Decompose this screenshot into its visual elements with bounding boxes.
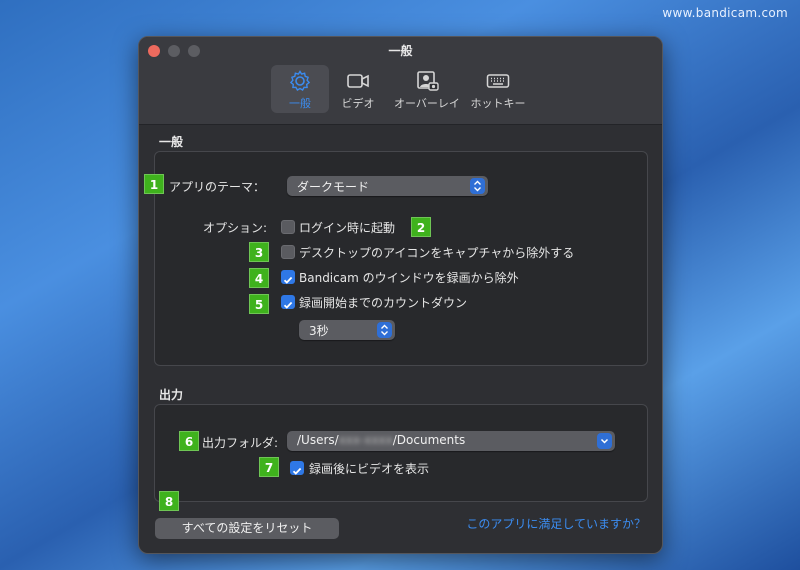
feedback-link[interactable]: このアプリに満足していますか？ — [466, 515, 646, 532]
tab-label: 一般 — [289, 97, 311, 110]
output-folder-label: 出力フォルダ: — [202, 436, 279, 450]
theme-label: アプリのテーマ： — [169, 180, 266, 194]
annotation-badge-3: 3 — [249, 242, 269, 262]
output-section-title: 出力 — [159, 388, 184, 402]
annotation-badge-1: 1 — [144, 174, 164, 194]
exclude-desktop-icons-checkbox[interactable] — [281, 245, 295, 259]
tab-general[interactable]: 一般 — [271, 65, 329, 113]
output-group-box — [154, 404, 648, 502]
options-label: オプション: — [203, 221, 268, 235]
keyboard-icon — [486, 74, 510, 88]
checkmark-icon — [292, 467, 302, 475]
reset-settings-button[interactable]: すべての設定をリセット — [155, 518, 339, 539]
window-title: 一般 — [388, 44, 413, 58]
settings-window: 一般 一般 ビデオ オーバーレイ ホットキー 一般 1 アプリのテーマ： ダーク… — [138, 36, 663, 554]
show-video-label: 録画後にビデオを表示 — [309, 462, 430, 476]
tab-label: ホットキー — [470, 97, 526, 110]
watermark: www.bandicam.com — [662, 6, 788, 20]
general-section-title: 一般 — [159, 135, 184, 149]
annotation-badge-6: 6 — [179, 431, 199, 451]
checkmark-icon — [283, 276, 293, 284]
launch-at-login-label: ログイン時に起動 — [299, 221, 396, 235]
tab-overlay[interactable]: オーバーレイ — [391, 65, 463, 113]
folder-user: xxx-xxxx — [338, 433, 393, 447]
folder-suffix: /Documents — [392, 433, 466, 447]
tab-video[interactable]: ビデオ — [333, 65, 383, 113]
tab-hotkey[interactable]: ホットキー — [467, 65, 529, 113]
video-camera-icon — [347, 74, 369, 88]
gear-icon — [289, 70, 311, 91]
countdown-label: 録画開始までのカウントダウン — [299, 296, 468, 310]
chevron-down-icon — [597, 433, 612, 449]
launch-at-login-checkbox[interactable] — [281, 220, 295, 234]
show-video-checkbox[interactable] — [290, 461, 304, 475]
annotation-badge-2: 2 — [411, 217, 431, 237]
tab-label: ビデオ — [341, 97, 375, 110]
annotation-badge-7: 7 — [259, 457, 279, 477]
title-bar: 一般 一般 ビデオ オーバーレイ ホットキー — [139, 37, 662, 125]
countdown-checkbox[interactable] — [281, 295, 295, 309]
folder-prefix: /Users/ — [297, 433, 339, 447]
select-arrows-icon — [377, 322, 392, 338]
countdown-value: 3秒 — [309, 324, 329, 338]
output-folder-select[interactable]: /Users/xxx-xxxx/Documents — [287, 431, 615, 451]
exclude-desktop-icons-label: デスクトップのアイコンをキャプチャから除外する — [299, 246, 575, 260]
countdown-select[interactable]: 3秒 — [299, 320, 395, 340]
exclude-bandicam-window-label: Bandicam のウインドウを録画から除外 — [299, 271, 519, 285]
checkmark-icon — [283, 301, 293, 309]
select-arrows-icon — [470, 178, 485, 194]
annotation-badge-5: 5 — [249, 294, 269, 314]
exclude-bandicam-window-checkbox[interactable] — [281, 270, 295, 284]
webcam-overlay-icon — [417, 71, 439, 91]
theme-value: ダークモード — [297, 180, 370, 194]
annotation-badge-8: 8 — [159, 491, 179, 511]
annotation-badge-4: 4 — [249, 268, 269, 288]
tab-label: オーバーレイ — [394, 97, 460, 110]
theme-select[interactable]: ダークモード — [287, 176, 488, 196]
